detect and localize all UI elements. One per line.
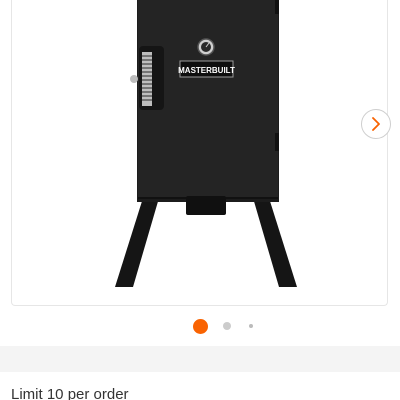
smoker-leg-left [115, 198, 159, 287]
carousel-dot-3[interactable] [249, 324, 253, 328]
carousel-dot-2[interactable] [223, 322, 231, 330]
chevron-right-icon [372, 117, 380, 131]
smoker-leg-right [253, 198, 297, 287]
product-image-card: MASTERBUILT [11, 0, 391, 306]
carousel-pagination [0, 318, 400, 334]
product-page: MASTERBUILT Limit 10 per order [0, 0, 400, 400]
brand-logo-text: MASTERBUILT [178, 66, 235, 75]
carousel-dot-1-active[interactable] [193, 319, 208, 334]
drip-tray [186, 196, 226, 215]
product-image[interactable]: MASTERBUILT [12, 0, 389, 306]
carousel-next-button[interactable] [361, 109, 391, 139]
section-divider [0, 346, 400, 372]
order-limit-text: Limit 10 per order [11, 386, 129, 400]
